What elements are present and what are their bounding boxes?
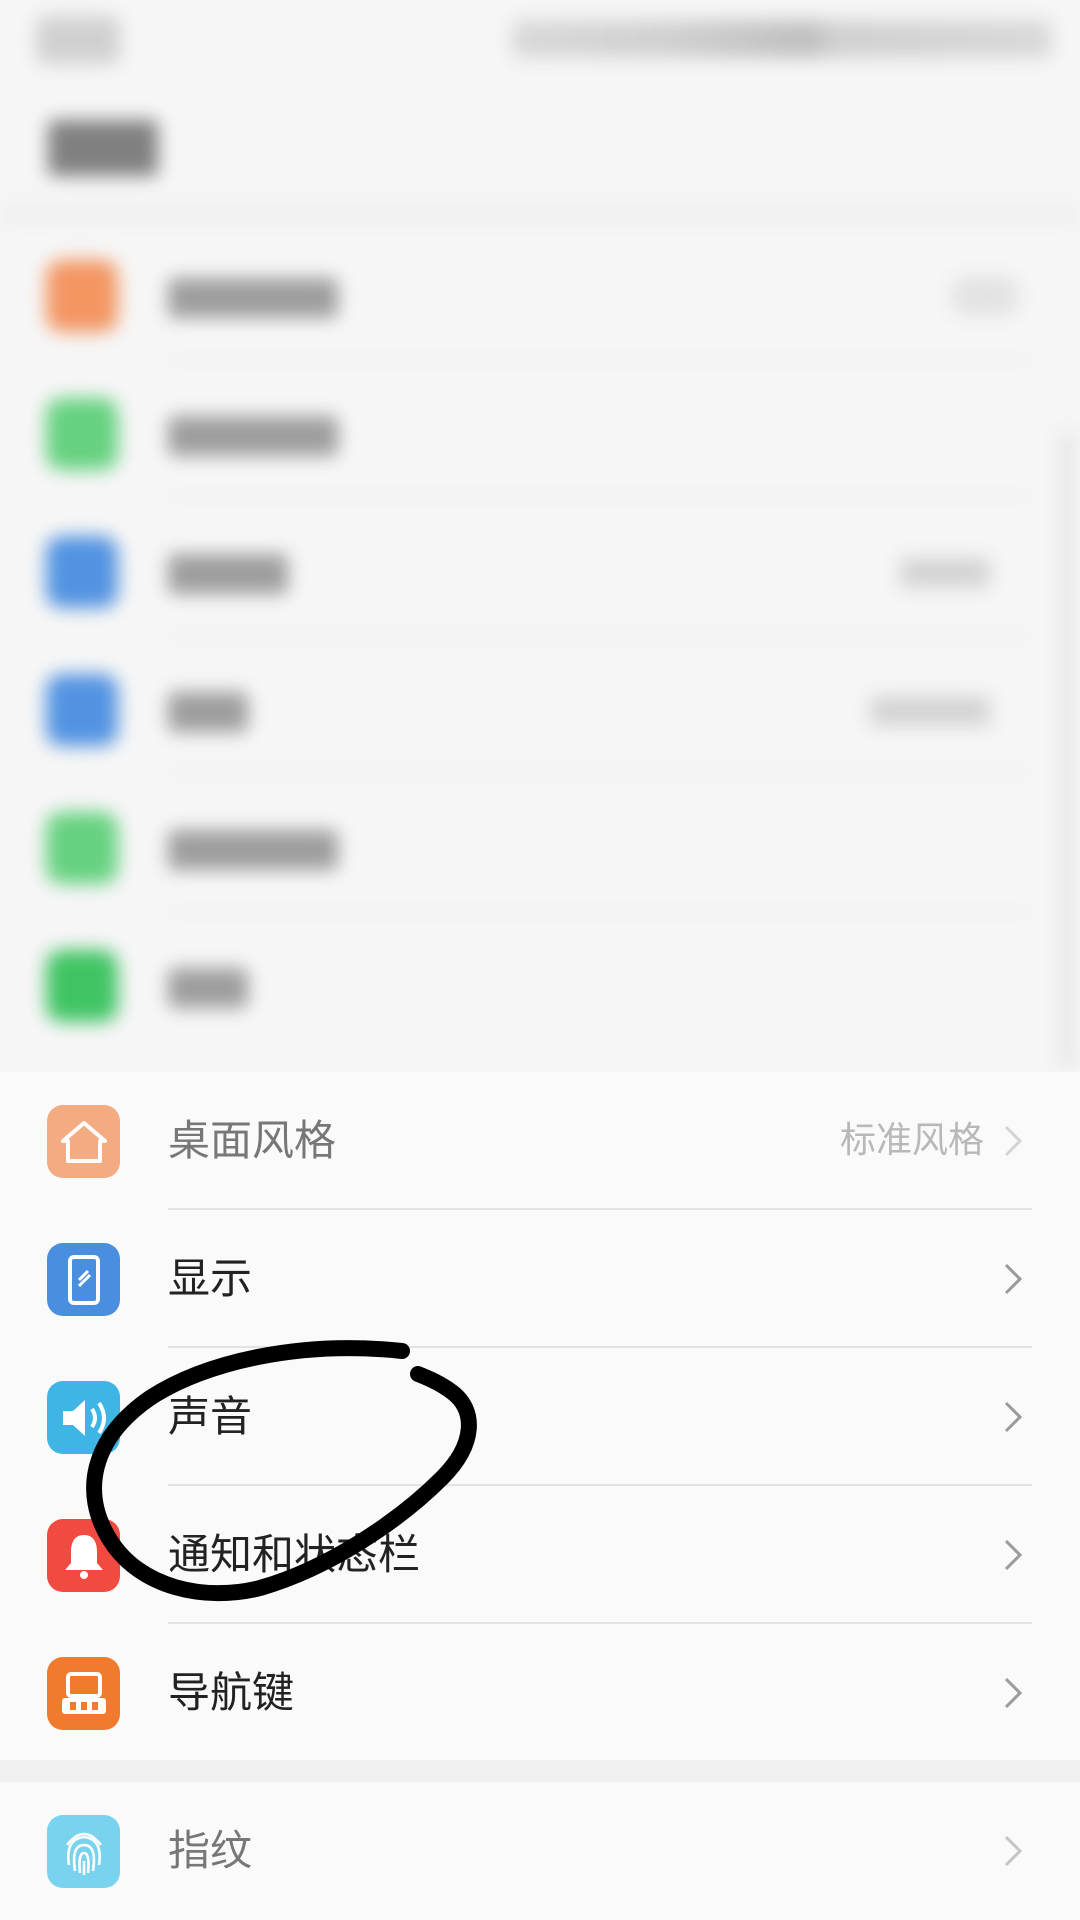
blurred-icon — [46, 260, 118, 332]
blurred-icon — [46, 812, 118, 884]
blurred-label — [168, 692, 248, 732]
blurred-icon — [46, 536, 118, 608]
blurred-row — [0, 498, 1080, 636]
chevron-right-icon — [1004, 1125, 1023, 1157]
settings-screen: 桌面风格 标准风格 显示 声音 通知和状态栏 导航键 指纹 — [0, 0, 1080, 1920]
scrollbar — [1060, 430, 1074, 1070]
blurred-icon — [46, 674, 118, 746]
bell-icon — [47, 1519, 120, 1592]
blurred-label — [168, 278, 338, 318]
phone-display-icon — [47, 1243, 120, 1316]
speaker-icon — [47, 1381, 120, 1454]
settings-item-label: 声音 — [168, 1392, 253, 1441]
blurred-label — [168, 968, 248, 1008]
blurred-icon — [46, 398, 118, 470]
home-icon — [47, 1105, 120, 1178]
blurred-value — [870, 696, 990, 726]
blurred-row — [0, 636, 1080, 774]
settings-item-label: 显示 — [168, 1254, 253, 1303]
settings-item-label: 通知和状态栏 — [168, 1530, 421, 1579]
section-gap — [0, 1760, 1080, 1782]
settings-section-display: 桌面风格 标准风格 显示 声音 通知和状态栏 导航键 — [0, 1072, 1080, 1760]
settings-item-label: 指纹 — [168, 1826, 253, 1875]
settings-item-value: 标准风格 — [839, 1120, 984, 1161]
settings-item-label: 桌面风格 — [168, 1116, 337, 1165]
chevron-right-icon — [1004, 1835, 1023, 1867]
blurred-row — [0, 360, 1080, 498]
settings-item-navigation-keys[interactable]: 导航键 — [0, 1624, 1080, 1762]
fingerprint-icon — [47, 1815, 120, 1888]
page-title — [48, 120, 158, 176]
settings-item-display[interactable]: 显示 — [0, 1210, 1080, 1348]
blurred-row — [0, 222, 1080, 360]
navigation-key-icon — [47, 1657, 120, 1730]
blurred-row — [0, 912, 1080, 1050]
blurred-label — [168, 416, 338, 456]
blurred-top-area — [0, 0, 1080, 1070]
blurred-row — [0, 774, 1080, 912]
blurred-value — [900, 558, 990, 588]
blurred-toggle — [950, 276, 1020, 316]
chevron-right-icon — [1004, 1263, 1023, 1295]
settings-item-sound[interactable]: 声音 — [0, 1348, 1080, 1486]
chevron-right-icon — [1004, 1401, 1023, 1433]
settings-section-security: 指纹 — [0, 1782, 1080, 1920]
section-divider — [0, 205, 1080, 223]
status-bar-left — [36, 16, 120, 64]
status-bar — [0, 0, 1080, 80]
settings-item-fingerprint[interactable]: 指纹 — [0, 1782, 1080, 1920]
settings-item-notifications[interactable]: 通知和状态栏 — [0, 1486, 1080, 1624]
chevron-right-icon — [1004, 1677, 1023, 1709]
blurred-icon — [46, 950, 118, 1022]
blurred-label — [168, 554, 288, 594]
settings-item-label: 导航键 — [168, 1668, 295, 1717]
blurred-label — [168, 830, 338, 870]
status-bar-icons — [512, 20, 1052, 58]
settings-item-desktop-style[interactable]: 桌面风格 标准风格 — [0, 1072, 1080, 1210]
chevron-right-icon — [1004, 1539, 1023, 1571]
